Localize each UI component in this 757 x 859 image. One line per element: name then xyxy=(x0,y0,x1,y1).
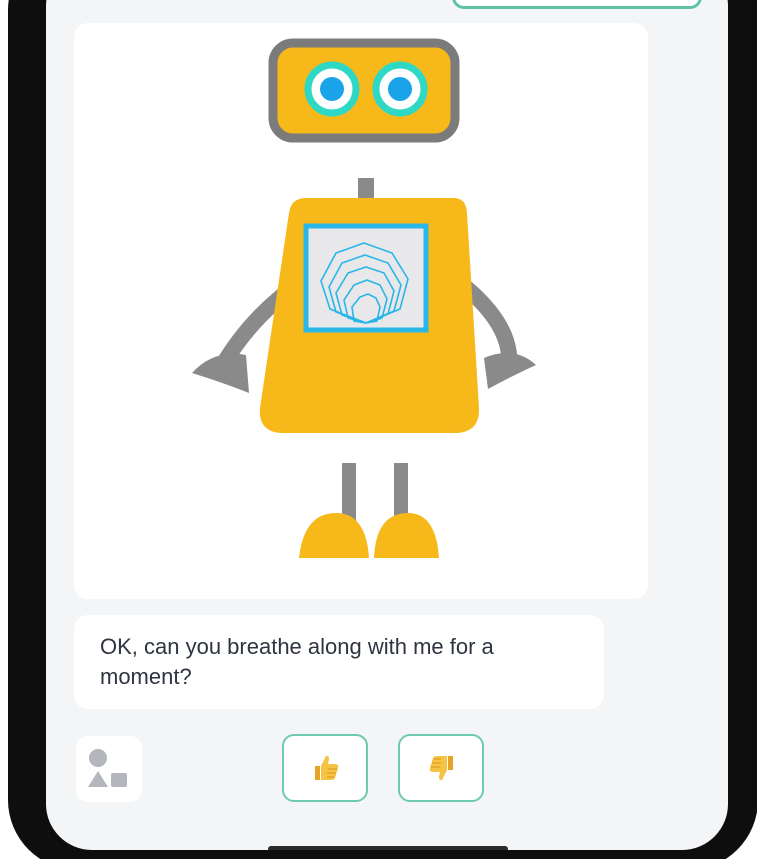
thumbs-up-icon xyxy=(315,755,339,780)
bot-message-bubble: OK, can you breathe along with me for a … xyxy=(74,615,604,709)
chat-screen: OK, can you breathe along with me for a … xyxy=(46,0,728,850)
robot-right-pupil xyxy=(388,77,412,101)
robot-right-foot xyxy=(374,513,439,558)
home-indicator xyxy=(268,846,508,850)
robot-left-foot xyxy=(299,513,369,558)
thumbs-down-icon xyxy=(429,756,453,781)
previous-reply-chip[interactable] xyxy=(452,0,702,9)
robot-left-hand xyxy=(192,353,249,393)
robot-left-pupil xyxy=(320,77,344,101)
robot-illustration xyxy=(192,38,536,558)
thumbs-down-button[interactable] xyxy=(398,734,484,802)
robot-right-hand xyxy=(484,352,536,389)
app-screenshot: OK, can you breathe along with me for a … xyxy=(0,0,757,859)
robot-head xyxy=(268,38,460,143)
thumbs-up-button[interactable] xyxy=(282,734,368,802)
bot-image-card xyxy=(74,23,648,599)
shapes-icon xyxy=(88,749,127,787)
bot-message-text: OK, can you breathe along with me for a … xyxy=(100,634,494,689)
shapes-menu-button[interactable] xyxy=(76,736,142,802)
